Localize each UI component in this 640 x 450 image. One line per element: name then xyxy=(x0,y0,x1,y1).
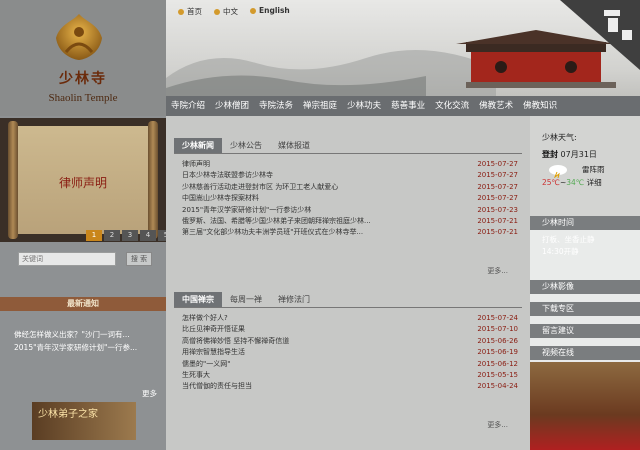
english-dot-icon xyxy=(250,8,256,14)
corner-seal-icon xyxy=(560,0,640,70)
news-list: 律师声明 2015-07-27 日本少林寺法联盟参访少林寺 2015-07-27 少… xyxy=(174,154,522,239)
list-item[interactable]: 俄罗斯、法国、希腊等少国少林弟子来团朝拜禅宗祖庭少林... 2015-07-21 xyxy=(182,216,518,227)
list-item[interactable]: 第三届"文化部少林功夫丰洲学员班"开班仪式在少林寺举... 2015-07-21 xyxy=(182,227,518,238)
nav-item[interactable]: 佛教艺术 xyxy=(474,96,518,116)
list-item[interactable]: 生死事大 2015-05-15 xyxy=(182,370,518,381)
left-column: 少林寺 Shaolin Temple 律师声明 1 2 3 4 5 搜 索 最新… xyxy=(0,0,174,450)
notice-heading: 最新通知 xyxy=(0,297,166,311)
slider-page-2[interactable]: 2 xyxy=(104,230,120,241)
link-video-online[interactable]: 视频在线 xyxy=(530,346,640,360)
slider-pagination: 1 2 3 4 5 xyxy=(86,230,174,241)
site-logo[interactable]: 少林寺 Shaolin Temple xyxy=(0,0,166,116)
list-item[interactable]: 当代僧伽的责任与担当 2015-04-24 xyxy=(182,381,518,392)
list-item[interactable]: 儒墨的"一义网" 2015-06-12 xyxy=(182,359,518,370)
link-feedback[interactable]: 留言建议 xyxy=(530,324,640,338)
slider-page-1[interactable]: 1 xyxy=(86,230,102,241)
list-item[interactable]: 比丘见神奇开悟证果 2015-07-10 xyxy=(182,324,518,335)
list-item[interactable]: 日本少林寺法联盟参访少林寺 2015-07-27 xyxy=(182,170,518,181)
nav-item[interactable]: 寺院法务 xyxy=(254,96,298,116)
weather-location: 登封 07月31日 xyxy=(542,150,597,159)
chinese-dot-icon xyxy=(214,9,220,15)
link-shaolin-video[interactable]: 少林影像 xyxy=(530,280,640,294)
notice-list: 佛经怎样做义出家？"沙门一词有... 2015"青年汉学家研修计划"一行参... xyxy=(14,328,162,354)
search-input[interactable] xyxy=(18,252,116,266)
main-content: 少林新闻 少林公告 媒体报道 律师声明 2015-07-27 日本少林寺法联盟参访… xyxy=(166,116,530,450)
tab-media-reports[interactable]: 媒体报道 xyxy=(270,138,318,153)
notice-more-link[interactable]: 更多 xyxy=(142,388,157,399)
weather-temp: 25℃~34℃ 详细 xyxy=(542,178,602,187)
chan-section: 中国禅宗 每周一禅 禅修法门 怎样做个好人? 2015-07-24 比丘见神奇开悟… xyxy=(174,292,522,393)
news-section: 少林新闻 少林公告 媒体报道 律师声明 2015-07-27 日本少林寺法联盟参访… xyxy=(174,138,522,239)
main-nav: 寺院介绍 少林僧团 寺院法务 禅宗祖庭 少林功夫 慈善事业 文化交流 佛教艺术 … xyxy=(166,96,640,116)
tab-weekly-zen[interactable]: 每周一禅 xyxy=(222,292,270,307)
nav-item[interactable]: 少林僧团 xyxy=(210,96,254,116)
language-bar: 首页 中文 English xyxy=(178,6,290,17)
weather-widget: 少林天气: 登封 07月31日 雷阵雨 25℃~34℃ 详细 xyxy=(530,116,640,216)
tab-announcements[interactable]: 少林公告 xyxy=(222,138,270,153)
schedule-list: 打板、坐香止静 14:30开静 xyxy=(542,235,595,256)
slider-title[interactable]: 律师声明 xyxy=(0,174,166,191)
list-item[interactable]: 怎样做个好人? 2015-07-24 xyxy=(182,313,518,324)
link-downloads[interactable]: 下载专区 xyxy=(530,302,640,316)
logo-name-en: Shaolin Temple xyxy=(48,92,118,104)
news-more-link[interactable]: 更多... xyxy=(487,266,508,276)
nav-item[interactable]: 寺院介绍 xyxy=(166,96,210,116)
logo-name-cn: 少林寺 xyxy=(59,71,107,87)
chan-tabs: 中国禅宗 每周一禅 禅修法门 xyxy=(174,292,522,308)
notice-item[interactable]: 佛经怎样做义出家？"沙门一词有... xyxy=(14,328,162,341)
weather-heading: 少林天气: xyxy=(542,133,577,142)
nav-item[interactable]: 少林功夫 xyxy=(342,96,386,116)
temple-emblem-icon xyxy=(56,14,102,60)
chan-more-link[interactable]: 更多... xyxy=(487,420,508,430)
list-item[interactable]: 用禅宗智慧指导生活 2015-06-19 xyxy=(182,347,518,358)
search-button[interactable]: 搜 索 xyxy=(126,252,152,266)
list-item[interactable]: 高僧将佛禅妙悟 坚持不懈禅奇信道 2015-06-26 xyxy=(182,336,518,347)
right-column: 少林天气: 登封 07月31日 雷阵雨 25℃~34℃ 详细 少林时间 打板、坐… xyxy=(530,116,640,450)
header: 首页 中文 English 寺院介绍 少林僧团 寺院法务 禅宗祖庭 少林功夫 慈… xyxy=(166,0,640,116)
home-dot-icon xyxy=(178,9,184,15)
lang-chinese[interactable]: 中文 xyxy=(214,6,238,17)
lang-home[interactable]: 首页 xyxy=(178,6,202,17)
weather-detail-link[interactable]: 详细 xyxy=(587,178,602,187)
nav-item[interactable]: 禅宗祖庭 xyxy=(298,96,342,116)
list-item[interactable]: 中国嵩山少林寺探案材料 2015-07-27 xyxy=(182,193,518,204)
schedule-heading: 少林时间 xyxy=(530,216,640,230)
nav-item[interactable]: 文化交流 xyxy=(430,96,474,116)
nav-item[interactable]: 慈善事业 xyxy=(386,96,430,116)
tab-china-zen[interactable]: 中国禅宗 xyxy=(174,292,222,307)
list-item[interactable]: 2015"青年汉学家研修计划"一行参访少林 2015-07-23 xyxy=(182,205,518,216)
chan-list: 怎样做个好人? 2015-07-24 比丘见神奇开悟证果 2015-07-10 高僧… xyxy=(174,308,522,393)
tab-zen-practice[interactable]: 禅修法门 xyxy=(270,292,318,307)
disciples-home-banner[interactable]: 少林弟子之家 xyxy=(32,402,136,440)
slider-page-4[interactable]: 4 xyxy=(140,230,156,241)
featured-slider[interactable]: 律师声明 xyxy=(0,118,166,242)
slider-page-3[interactable]: 3 xyxy=(122,230,138,241)
list-item[interactable]: 少林慈善行活动走进登封市区 为环卫工老人献爱心 2015-07-27 xyxy=(182,182,518,193)
thunderstorm-icon xyxy=(549,165,567,178)
tab-shaolin-news[interactable]: 少林新闻 xyxy=(174,138,222,153)
news-tabs: 少林新闻 少林公告 媒体报道 xyxy=(174,138,522,154)
notice-item[interactable]: 2015"青年汉学家研修计划"一行参... xyxy=(14,341,162,354)
list-item[interactable]: 律师声明 2015-07-27 xyxy=(182,159,518,170)
video-thumbnail[interactable] xyxy=(530,362,640,450)
nav-item[interactable]: 佛教知识 xyxy=(518,96,562,116)
lang-english[interactable]: English xyxy=(250,6,290,17)
